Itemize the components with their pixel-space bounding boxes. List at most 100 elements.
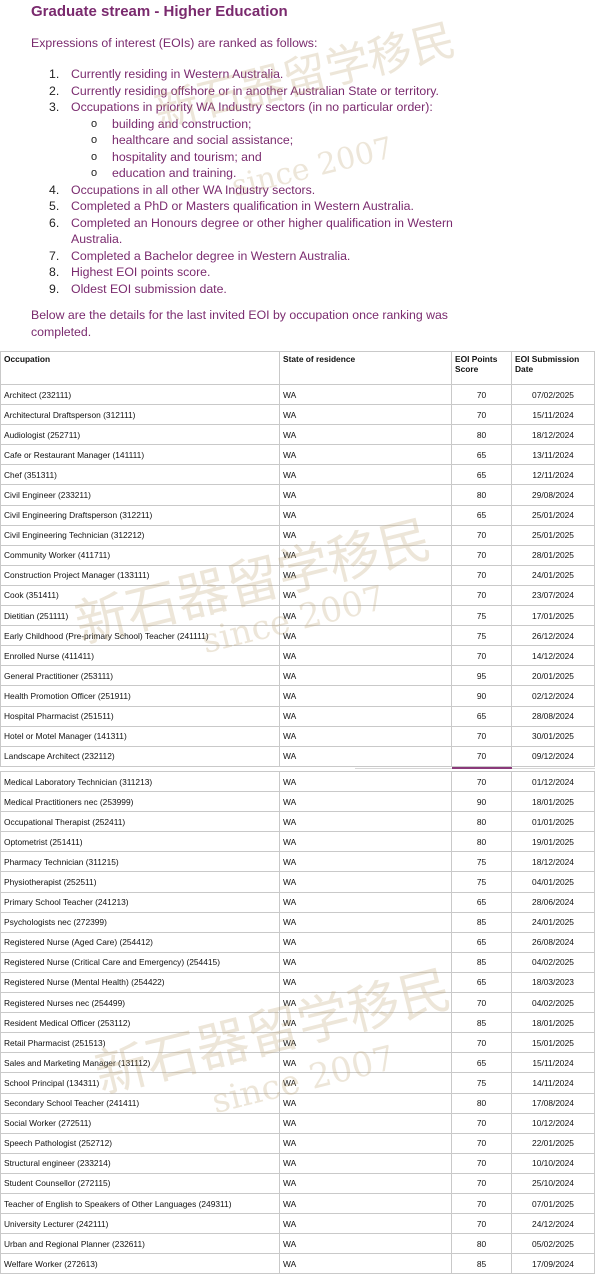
ranking-number: 8.: [49, 265, 60, 279]
occupation-cell: Landscape Architect (232112): [0, 745, 280, 767]
date-cell: 02/12/2024: [511, 685, 595, 707]
table-row: Pharmacy Technician (311215) WA 75 18/12/20…: [0, 851, 595, 873]
date-cell: 26/12/2024: [511, 625, 595, 647]
state-cell: WA: [279, 444, 452, 466]
occupation-cell: Welfare Worker (272613): [0, 1253, 280, 1275]
ranking-number: 7.: [49, 248, 60, 263]
table-row: Landscape Architect (232112) WA 70 09/12/20…: [0, 745, 595, 767]
state-cell: WA: [279, 1072, 452, 1094]
score-cell: 90: [451, 685, 512, 707]
table-row: Resident Medical Officer (253112) WA 85 18/…: [0, 1012, 595, 1034]
occupation-cell: Teacher of English to Speakers of Other …: [0, 1192, 280, 1215]
table-row: Architect (232111) WA 70 07/02/2025: [0, 383, 595, 406]
sector-text: hospitality and tourism; and: [112, 149, 262, 164]
score-cell: 70: [451, 725, 512, 747]
state-cell: WA: [279, 1213, 452, 1235]
score-cell: 85: [451, 1253, 512, 1275]
table-row: Health Promotion Officer (251911) WA 90 02/…: [0, 685, 595, 707]
table-row: Psychologists nec (272399) WA 85 24/01/2025: [0, 911, 595, 933]
date-cell: 14/11/2024: [511, 1072, 595, 1094]
sector-item: o hospitality and tourism; and: [71, 149, 491, 166]
ranking-number: 2.: [49, 83, 60, 98]
state-cell: WA: [279, 745, 452, 767]
table-row: Retail Pharmacist (251513) WA 70 15/01/2025: [0, 1032, 595, 1054]
priority-sectors-list: o building and construction; o healthcare a…: [71, 116, 491, 182]
state-cell: WA: [279, 992, 452, 1014]
occupation-cell: Cook (351411): [0, 584, 280, 607]
state-cell: WA: [279, 544, 452, 566]
state-cell: WA: [279, 871, 452, 893]
occupation-cell: Resident Medical Officer (253112): [0, 1012, 280, 1034]
table-row: Welfare Worker (272613) WA 85 17/09/2024: [0, 1253, 595, 1275]
date-cell: 24/01/2025: [511, 911, 595, 933]
date-cell: 07/02/2025: [511, 383, 595, 406]
score-cell: 75: [451, 605, 512, 627]
state-cell: WA: [279, 605, 452, 627]
ranking-item: 7. Completed a Bachelor degree in Western…: [31, 248, 491, 265]
state-cell: WA: [279, 504, 452, 526]
table-row: Secondary School Teacher (241411) WA 80 17/…: [0, 1092, 595, 1114]
date-cell: 25/10/2024: [511, 1172, 595, 1194]
ranking-item: 5. Completed a PhD or Masters qualificati…: [31, 198, 491, 215]
occupation-cell: Civil Engineer (233211): [0, 484, 280, 506]
table-row: Enrolled Nurse (411411) WA 70 14/12/2024: [0, 645, 595, 667]
date-cell: 04/02/2025: [511, 951, 595, 973]
state-cell: WA: [279, 891, 452, 913]
ranking-number: 9.: [49, 281, 60, 296]
ranking-list: 1. Currently residing in Western Australi…: [31, 66, 491, 297]
table-row: Occupational Therapist (252411) WA 80 01/01…: [0, 811, 595, 833]
occupation-cell: Dietitian (251111): [0, 605, 280, 627]
state-cell: WA: [279, 484, 452, 506]
sector-bullet: o: [91, 167, 98, 179]
score-cell: 70: [451, 383, 512, 406]
table-row: Medical Laboratory Technician (311213) WA…: [0, 770, 595, 793]
date-cell: 18/03/2023: [511, 971, 595, 994]
score-cell: 70: [451, 770, 512, 793]
score-cell: 75: [451, 625, 512, 647]
occupation-cell: Structural engineer (233214): [0, 1152, 280, 1174]
score-cell: 70: [451, 1192, 512, 1215]
state-cell: WA: [279, 1132, 452, 1154]
state-cell: WA: [279, 811, 452, 833]
occupation-cell: Urban and Regional Planner (232611): [0, 1233, 280, 1255]
occupation-cell: University Lecturer (242111): [0, 1213, 280, 1235]
ranking-item: 3. Occupations in priority WA Industry se…: [31, 99, 491, 182]
score-cell: 70: [451, 544, 512, 566]
occupation-cell: Optometrist (251411): [0, 831, 280, 853]
score-cell: 95: [451, 665, 512, 687]
state-cell: WA: [279, 584, 452, 607]
table-row: Construction Project Manager (133111) WA 7…: [0, 564, 595, 586]
score-cell: 90: [451, 791, 512, 813]
date-cell: 23/07/2024: [511, 584, 595, 607]
state-cell: WA: [279, 564, 452, 586]
occupation-cell: Medical Practitioners nec (253999): [0, 791, 280, 813]
table-row: Sales and Marketing Manager (131112) WA 65…: [0, 1052, 595, 1074]
details-text: Below are the details for the last invit…: [31, 308, 448, 339]
occupation-cell: School Principal (134311): [0, 1072, 280, 1094]
table-row: Primary School Teacher (241213) WA 65 28/06…: [0, 891, 595, 913]
intro-text: Expressions of interest (EOIs) are ranke…: [31, 36, 318, 50]
date-cell: 13/11/2024: [511, 444, 595, 466]
ranking-text: Currently residing offshore or in anothe…: [71, 83, 439, 98]
occupation-cell: Registered Nurses nec (254499): [0, 992, 280, 1014]
score-cell: 80: [451, 831, 512, 853]
ranking-text: Highest EOI points score.: [71, 265, 211, 279]
sector-text: healthcare and social assistance;: [112, 133, 294, 147]
score-cell: 85: [451, 911, 512, 933]
score-cell: 70: [451, 745, 512, 767]
state-cell: WA: [279, 971, 452, 994]
header-score: EOI Points Score: [451, 351, 512, 385]
score-cell: 85: [451, 951, 512, 973]
ranking-number: 5.: [49, 199, 60, 213]
ranking-text: Oldest EOI submission date.: [71, 281, 227, 296]
state-cell: WA: [279, 725, 452, 747]
score-cell: 70: [451, 1032, 512, 1054]
score-cell: 80: [451, 1092, 512, 1114]
state-cell: WA: [279, 951, 452, 973]
table-row: Medical Practitioners nec (253999) WA 90 18…: [0, 791, 595, 813]
score-cell: 70: [451, 992, 512, 1014]
table-row: Registered Nurse (Aged Care) (254412) WA 6…: [0, 931, 595, 953]
score-cell: 65: [451, 464, 512, 486]
state-cell: WA: [279, 464, 452, 486]
score-cell: 75: [451, 851, 512, 873]
